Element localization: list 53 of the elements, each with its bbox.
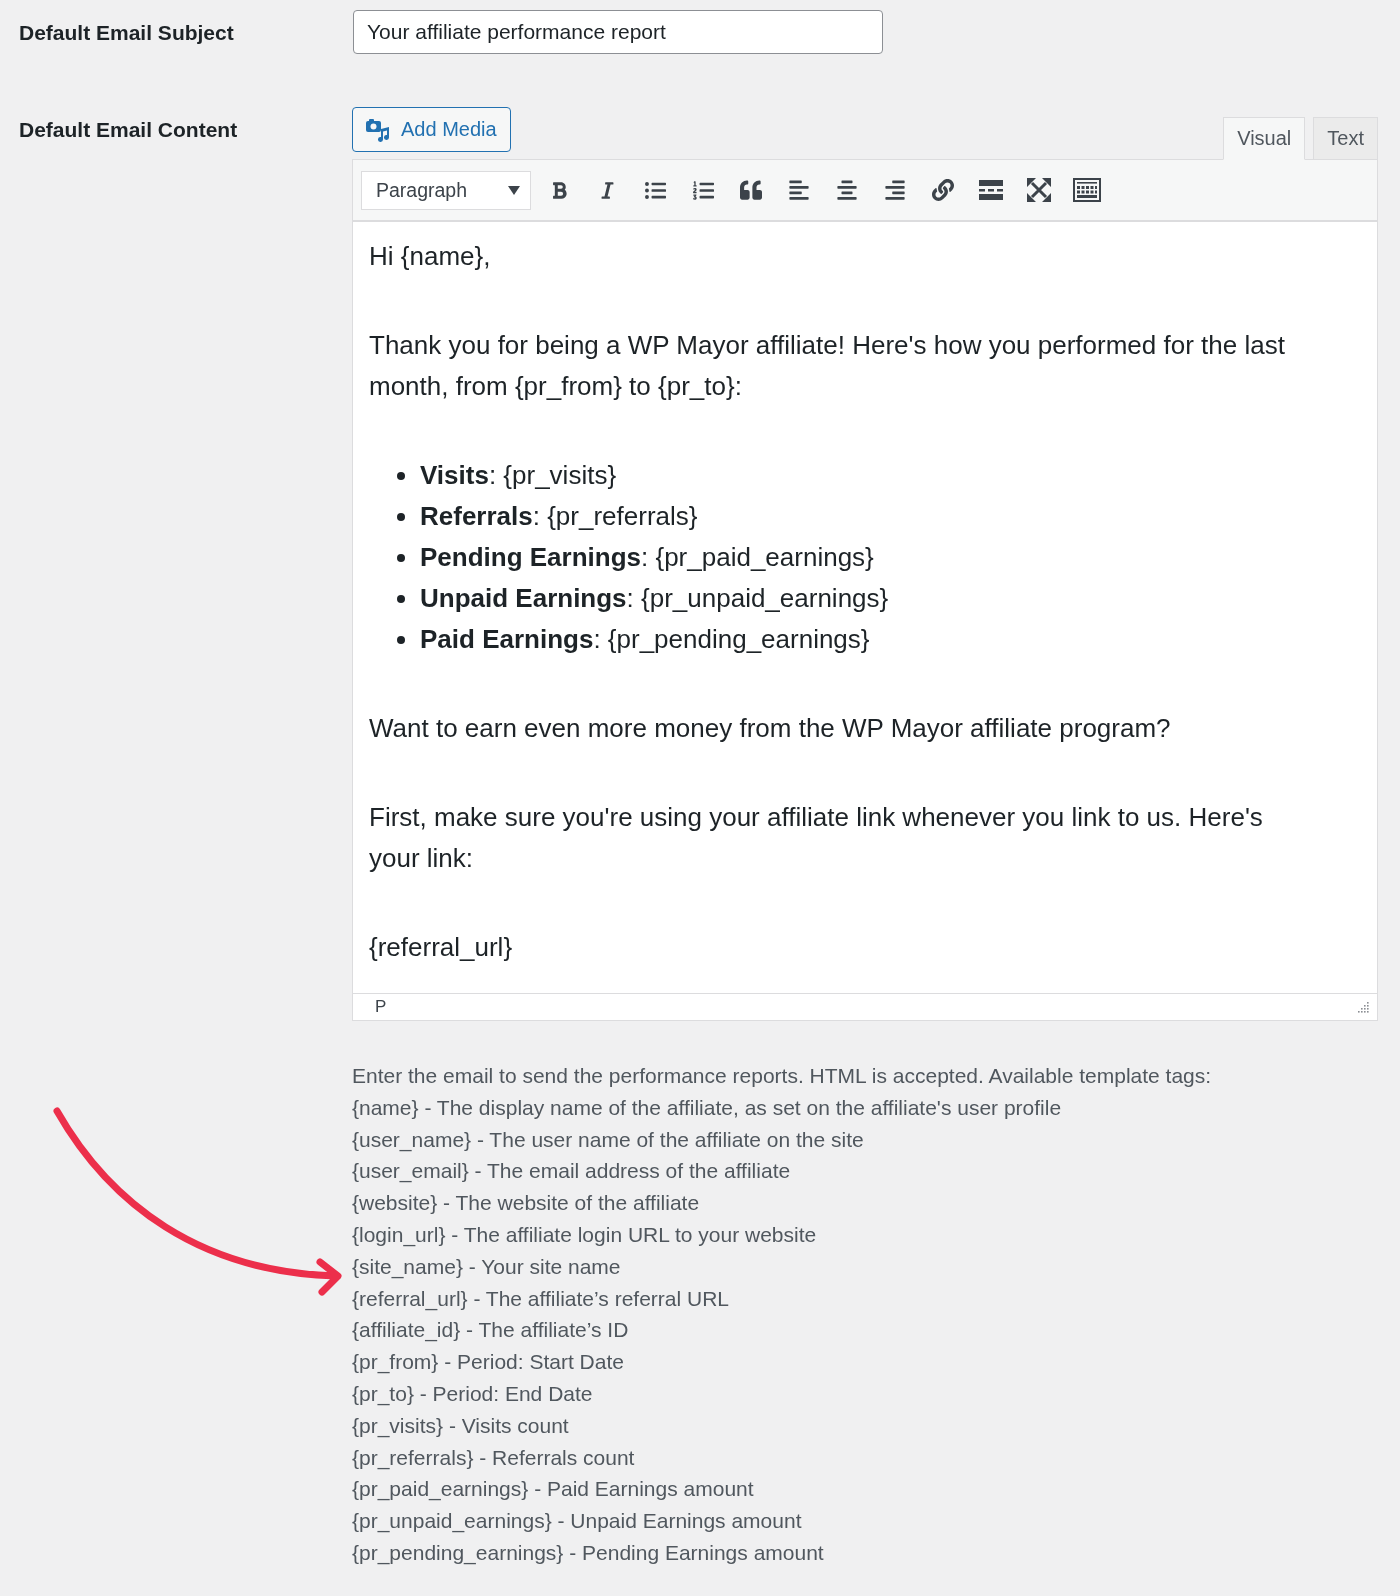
template-tag-line: {pr_pending_earnings} - Pending Earnings amount: [352, 1539, 825, 1567]
link-icon[interactable]: [932, 179, 954, 201]
format-select[interactable]: Paragraph: [361, 170, 531, 210]
email-paragraph: Hi {name},: [369, 240, 492, 273]
template-tag-line: {affiliate_id} - The affiliate’s ID: [352, 1317, 630, 1344]
fullscreen-icon[interactable]: [1027, 178, 1051, 202]
bullet-icon: [397, 512, 405, 521]
template-tag-line: {referral_url} - The affiliate’s referral URL: [352, 1285, 730, 1313]
bulleted-list-icon[interactable]: [644, 179, 666, 201]
template-tag-line: {pr_to} - Period: End Date: [352, 1380, 594, 1408]
camera-music-icon: [365, 117, 391, 142]
list-item: Unpaid Earnings: {pr_unpaid_earnings}: [420, 582, 889, 615]
template-tag-line: {pr_visits} - Visits count: [352, 1412, 570, 1440]
bullet-icon: [397, 594, 405, 603]
editor-tab[interactable]: Text: [1313, 117, 1378, 160]
template-tag-line: {website} - The website of the affiliate: [352, 1190, 701, 1217]
field-label: Default Email Subject: [19, 19, 234, 45]
template-tag-line: {pr_from} - Period: Start Date: [352, 1349, 625, 1376]
numbered-list-icon[interactable]: [692, 179, 714, 201]
horizontal-bars-icon[interactable]: [979, 180, 1003, 200]
template-tag-line: {user_name} - The user name of the affiliate on the site: [352, 1126, 865, 1154]
caret-icon: [508, 185, 520, 195]
bullet-icon: [397, 471, 405, 480]
list-item: Paid Earnings: {pr_pending_earnings}: [420, 623, 870, 656]
align-right-icon[interactable]: [884, 179, 906, 201]
quote-icon[interactable]: [740, 179, 762, 201]
email-paragraph: {referral_url}: [369, 931, 514, 964]
editor-content[interactable]: [352, 222, 1378, 993]
align-left-icon[interactable]: [788, 179, 810, 201]
editor-tab[interactable]: Visual: [1223, 117, 1306, 160]
list-item: Pending Earnings: {pr_paid_earnings}: [420, 541, 874, 574]
resize-handle-icon[interactable]: [1357, 1001, 1369, 1013]
template-tag-line: {name} - The display name of the affiliate, as set on the affiliate's user profile: [352, 1094, 1063, 1121]
element-path: P: [375, 997, 387, 1017]
list-item: Visits: {pr_visits}: [420, 459, 617, 492]
bullet-icon: [397, 553, 405, 562]
email-paragraph: Thank you for being a WP Mayor affiliate! Here's how you performed for the last month, from {pr_from} to {pr_to}:: [369, 329, 1286, 403]
template-tag-line: {pr_paid_earnings} - Paid Earnings amount: [352, 1476, 755, 1503]
bullet-icon: [397, 635, 405, 644]
email-paragraph: Want to earn even more money from the WP Mayor affiliate program?: [369, 712, 1172, 745]
email-paragraph: First, make sure you're using your affiliate link whenever you link to us. Here's your link:: [369, 801, 1264, 875]
align-center-icon[interactable]: [836, 179, 858, 201]
template-tag-line: {pr_referrals} - Referrals count: [352, 1444, 636, 1472]
template-tag-line: {pr_unpaid_earnings} - Unpaid Earnings amount: [352, 1508, 803, 1535]
field-label: Default Email Content: [19, 117, 238, 142]
help-text: Enter the email to send the performance reports. HTML is accepted. Available template tags:: [352, 1063, 1213, 1089]
subject-input[interactable]: Your affiliate performance report: [353, 10, 883, 54]
keyboard-icon[interactable]: [1073, 178, 1101, 202]
list-item: Referrals: {pr_referrals}: [420, 500, 698, 533]
template-tag-line: {login_url} - The affiliate login URL to your website: [352, 1222, 818, 1249]
add-media-button[interactable]: Add Media: [352, 107, 511, 152]
template-tag-line: {user_email} - The email address of the affiliate: [352, 1158, 792, 1185]
template-tag-line: {site_name} - Your site name: [352, 1253, 622, 1281]
